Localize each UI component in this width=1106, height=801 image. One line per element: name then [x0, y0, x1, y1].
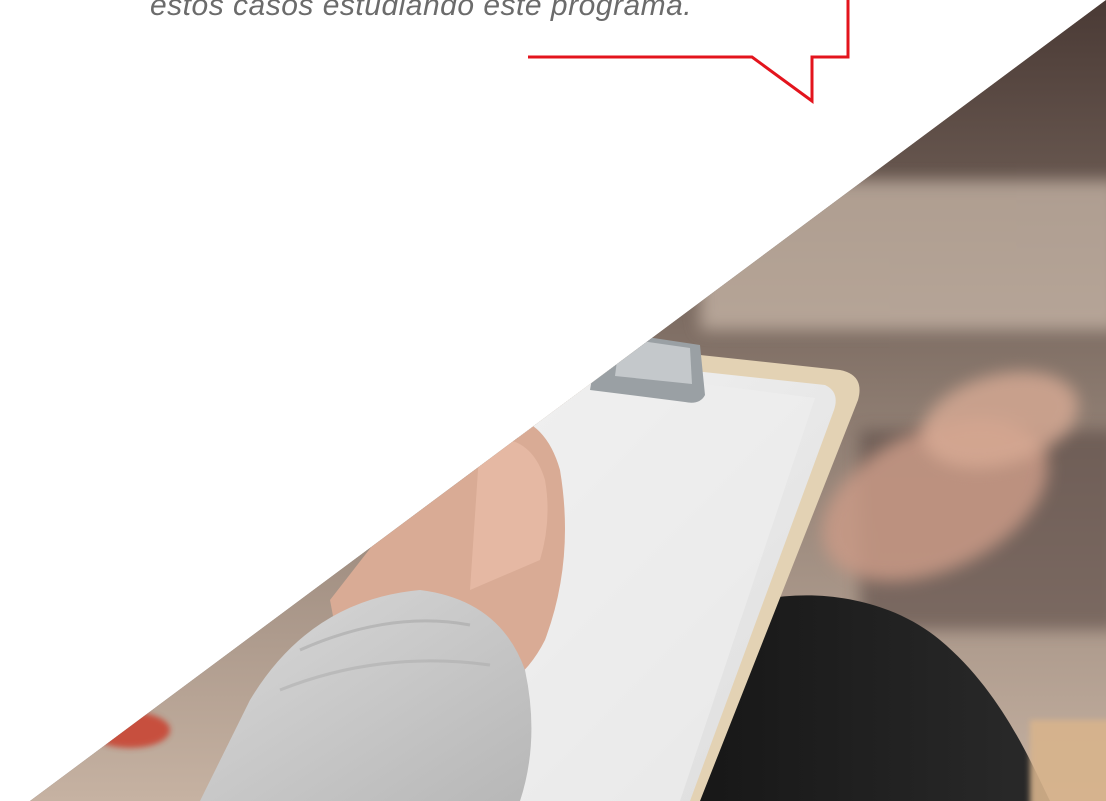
page: estos casos estudiando este programa. [0, 0, 1106, 801]
clipboard-photo [30, 0, 1106, 801]
quote-text: estos casos estudiando este programa. [150, 0, 693, 22]
photo-panel [30, 0, 1106, 801]
